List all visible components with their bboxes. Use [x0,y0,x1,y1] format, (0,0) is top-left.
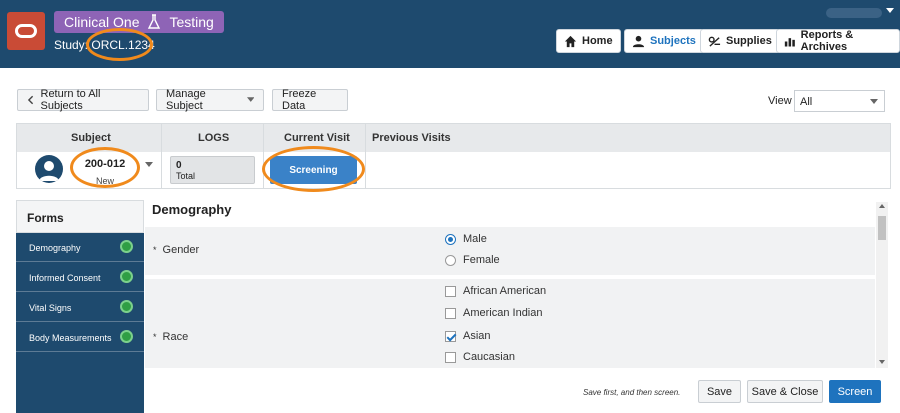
col-current-visit: Current Visit [284,132,350,144]
form-item-demography[interactable]: Demography [16,233,144,262]
save-hint: Save first, and then screen. [583,388,681,397]
radio-selected-icon[interactable] [445,233,456,245]
col-logs: LOGS [198,132,230,144]
save-close-button[interactable]: Save & Close [747,380,823,403]
form-item-body-measurements[interactable]: Body Measurements [16,323,144,352]
status-complete-icon [120,270,133,283]
person-icon [39,161,59,181]
view-select[interactable]: All [794,90,885,112]
return-to-subjects-button[interactable]: Return to All Subjects [17,88,149,112]
gender-question: * Gender Male Female [145,227,875,275]
checkbox-icon[interactable] [445,285,456,297]
supplies-icon [708,36,721,47]
form-item-informed-consent[interactable]: Informed Consent [16,263,144,292]
scroll-up-icon[interactable] [879,204,885,208]
race-option-asian[interactable]: Asian [445,330,491,342]
nav-supplies-button[interactable]: Supplies [700,29,780,53]
gender-option-male[interactable]: Male [445,233,487,245]
scroll-down-icon[interactable] [879,360,885,364]
status-complete-icon [120,330,133,343]
avatar [35,155,63,183]
bar-chart-icon [784,37,795,47]
chevron-down-icon[interactable] [145,162,153,167]
gender-option-female[interactable]: Female [445,254,500,266]
app-name: Clinical One [64,14,140,30]
race-option-caucasian[interactable]: Caucasian [445,351,515,363]
screen-button[interactable]: Screen [829,380,881,403]
form-item-vital-signs[interactable]: Vital Signs [16,293,144,322]
subject-status: New [95,176,114,186]
chevron-left-icon [27,95,34,105]
checkbox-checked-icon[interactable] [445,330,456,342]
race-label: Race [162,331,189,343]
user-name[interactable] [826,8,882,18]
checkbox-icon[interactable] [445,351,456,363]
current-visit-button[interactable]: Screening [270,156,357,184]
col-previous-visits: Previous Visits [372,132,451,144]
manage-subject-button[interactable]: Manage Subject [156,88,264,112]
view-label: View [768,95,792,107]
nav-reports-button[interactable]: Reports & Archives [776,29,900,53]
mode-label: Testing [169,14,214,30]
user-menu-chevron-icon[interactable] [886,8,894,13]
nav-home-button[interactable]: Home [556,29,621,53]
form-title: Demography [152,202,232,217]
subject-table: Subject LOGS Current Visit Previous Visi… [16,123,891,189]
checkbox-icon[interactable] [445,307,456,319]
app-title-pill: Clinical One Testing [54,11,224,33]
logs-box[interactable]: 0 Total [170,156,255,184]
radio-icon[interactable] [445,254,456,266]
scroll-thumb[interactable] [878,216,886,240]
study-label: Study: ORCL.1234 [54,38,155,52]
gender-label: Gender [162,244,200,256]
subject-id[interactable]: 200-012 [75,158,135,170]
oracle-logo [7,12,45,50]
freeze-data-button[interactable]: Freeze Data [272,88,348,112]
home-icon [564,35,577,47]
person-icon [632,35,645,47]
forms-title: Forms [16,200,144,233]
status-complete-icon [120,300,133,313]
col-subject: Subject [71,132,111,144]
nav-subjects-button[interactable]: Subjects [624,29,704,53]
race-option-american-indian[interactable]: American Indian [445,307,543,319]
status-complete-icon [120,240,133,253]
subject-table-header [17,124,890,152]
race-question: * Race African American American Indian A… [145,279,875,368]
race-option-african-american[interactable]: African American [445,285,546,297]
forms-sidebar: Forms Demography Informed Consent Vital … [16,200,144,413]
save-button[interactable]: Save [698,380,741,403]
chevron-down-icon [246,97,254,102]
chevron-down-icon [870,99,878,104]
flask-icon [148,14,161,29]
